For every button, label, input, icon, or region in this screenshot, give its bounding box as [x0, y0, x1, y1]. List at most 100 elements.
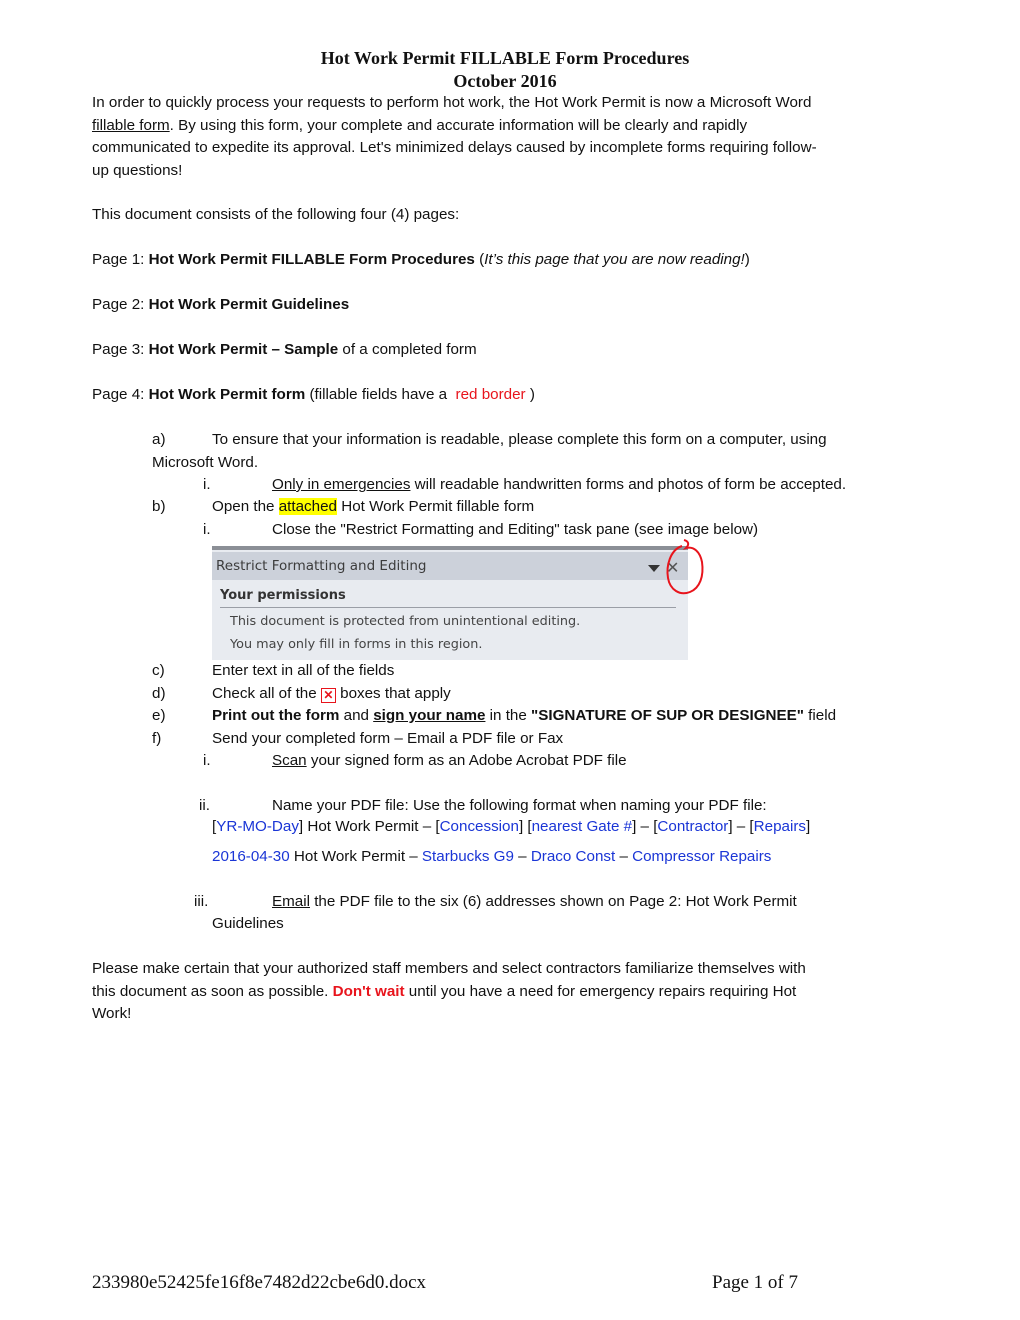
page-name: Hot Work Permit – Sample: [148, 341, 339, 358]
page-desc: (fillable fields have a: [305, 386, 452, 403]
step-text: will readable handwritten forms and phot…: [410, 476, 847, 493]
page-prefix: Page 1:: [92, 251, 149, 268]
step-f-ii: ii. Name your PDF file: Use the followin…: [199, 795, 767, 818]
page-prefix: Page 3:: [92, 341, 149, 358]
footer-page-number: Page 1 of 7: [712, 1272, 799, 1293]
dont-wait-warning: Don't wait: [332, 982, 405, 1000]
example-field: Starbucks G9: [421, 848, 514, 865]
format-text: ]: [806, 818, 811, 835]
step-b: b) Open the attached Hot Work Permit fil…: [152, 496, 534, 519]
intro-line-2: fillable form. By using this form, your …: [92, 115, 817, 138]
step-emphasis: Print out the form: [212, 707, 340, 724]
pane-text-line: You may only fill in forms in this regio…: [230, 637, 483, 652]
close-icon: ✕: [666, 558, 680, 577]
step-label: a): [152, 431, 166, 448]
fillable-form-link[interactable]: fillable form: [92, 117, 170, 134]
pane-header: Restrict Formatting and Editing ✕: [212, 552, 688, 580]
step-d: d) Check all of the ✕ boxes that apply: [152, 683, 451, 706]
step-emphasis: Scan: [272, 752, 307, 769]
example-text: –: [513, 848, 531, 865]
step-label: e): [152, 707, 166, 724]
dropdown-arrow-icon: [648, 565, 660, 572]
step-label: ii.: [199, 797, 210, 814]
format-text: ] Hot Work Permit – [: [298, 818, 440, 835]
step-text: field: [803, 707, 837, 724]
document-date: October 2016: [453, 71, 557, 91]
step-f-iii: iii. Email the PDF file to the six (6) a…: [194, 891, 797, 914]
page-prefix: Page 4:: [92, 386, 149, 403]
task-pane-screenshot: Restrict Formatting and Editing ✕ Your p…: [212, 546, 688, 660]
pane-title: Restrict Formatting and Editing: [216, 558, 427, 574]
format-field: nearest Gate #: [531, 818, 633, 835]
closing-text: until you have a need for emergency repa…: [404, 982, 797, 1000]
format-field: YR-MO-Day: [216, 818, 299, 835]
step-text: and: [339, 707, 374, 724]
page-desc: of a completed form: [338, 341, 477, 358]
pane-divider: [220, 607, 676, 608]
step-text: Enter text in all of the fields: [212, 662, 395, 679]
page-list-item-3: Page 3: Hot Work Permit – Sample of a co…: [92, 339, 477, 362]
step-label: f): [152, 730, 162, 747]
step-label: c): [152, 662, 165, 679]
intro-paragraph: In order to quickly process your request…: [92, 92, 817, 182]
format-text: ] – [: [728, 818, 754, 835]
step-text: boxes that apply: [335, 685, 451, 702]
intro-text: . By using this form, your complete and …: [169, 116, 748, 134]
page-prefix: Page 2:: [92, 296, 149, 313]
page-note: It’s this page that you are now reading!: [484, 251, 745, 268]
step-text: in the: [485, 707, 532, 724]
step-text: the PDF file to the six (6) addresses sh…: [309, 893, 797, 910]
step-label: i.: [203, 476, 211, 493]
step-c: c) Enter text in all of the fields: [152, 660, 394, 683]
red-border-text: red border: [455, 386, 526, 403]
closing-line-3: Work!: [92, 1005, 132, 1023]
example-field: Compressor Repairs: [632, 848, 772, 865]
example-text: –: [615, 848, 633, 865]
filename-example: 2016-04-30 Hot Work Permit – Starbucks G…: [212, 846, 771, 869]
intro-line-4: up questions!: [92, 161, 183, 179]
step-a-i: i. Only in emergencies will readable han…: [203, 474, 846, 497]
pane-section-title: Your permissions: [220, 588, 346, 603]
format-field: Contractor: [657, 818, 729, 835]
format-field: Repairs: [753, 818, 806, 835]
step-text: Name your PDF file: Use the following fo…: [272, 797, 767, 814]
example-field: Draco Const: [530, 848, 616, 865]
checked-box-icon: ✕: [320, 688, 336, 703]
pane-top-border: [212, 546, 688, 550]
step-a: a) To ensure that your information is re…: [152, 429, 827, 452]
page-list-item-4: Page 4: Hot Work Permit form (fillable f…: [92, 384, 535, 407]
step-f: f) Send your completed form – Email a PD…: [152, 728, 563, 751]
page-name: Hot Work Permit Guidelines: [148, 296, 350, 313]
format-text: ] [: [518, 818, 532, 835]
step-emphasis: Only in emergencies: [272, 476, 411, 493]
step-f-i: i. Scan your signed form as an Adobe Acr…: [203, 750, 627, 773]
page-list-item-2: Page 2: Hot Work Permit Guidelines: [92, 294, 349, 317]
step-f-iii-line-2: Guidelines: [212, 915, 284, 932]
step-text: Check all of the: [212, 685, 321, 702]
intro-line-1: In order to quickly process your request…: [92, 94, 812, 111]
document-title: Hot Work Permit FILLABLE Form Procedures: [320, 48, 690, 68]
closing-line-1: Please make certain that your authorized…: [92, 960, 806, 977]
step-b-i: i. Close the "Restrict Formatting and Ed…: [203, 519, 758, 542]
step-text: Hot Work Permit fillable form: [337, 498, 535, 515]
page-paren: ): [525, 386, 535, 403]
example-text: Hot Work Permit –: [289, 848, 422, 865]
page-paren: ): [744, 251, 750, 268]
step-label: iii.: [194, 893, 209, 910]
intro-line-3: communicated to expedite its approval. L…: [92, 139, 817, 157]
step-emphasis: Email: [272, 893, 310, 910]
step-emphasis: sign your name: [373, 707, 486, 724]
step-label: i.: [203, 752, 211, 769]
step-label: d): [152, 685, 166, 702]
footer-filename: 233980e52425fe16f8e7482d22cbe6d0.docx: [92, 1272, 427, 1293]
step-text: your signed form as an Adobe Acrobat PDF…: [306, 752, 627, 769]
format-text: ] – [: [632, 818, 658, 835]
closing-text: this document as soon as possible.: [92, 982, 333, 1000]
step-text: Open the: [212, 498, 279, 515]
step-a-line-2: Microsoft Word.: [152, 454, 259, 471]
pane-text-line: This document is protected from unintent…: [230, 614, 581, 629]
step-text: To ensure that your information is reada…: [212, 431, 827, 448]
field-name: "SIGNATURE OF SUP OR DESIGNEE": [531, 707, 804, 724]
page-name: Hot Work Permit form: [148, 386, 306, 403]
page-list-item-1: Page 1: Hot Work Permit FILLABLE Form Pr…: [92, 249, 750, 272]
